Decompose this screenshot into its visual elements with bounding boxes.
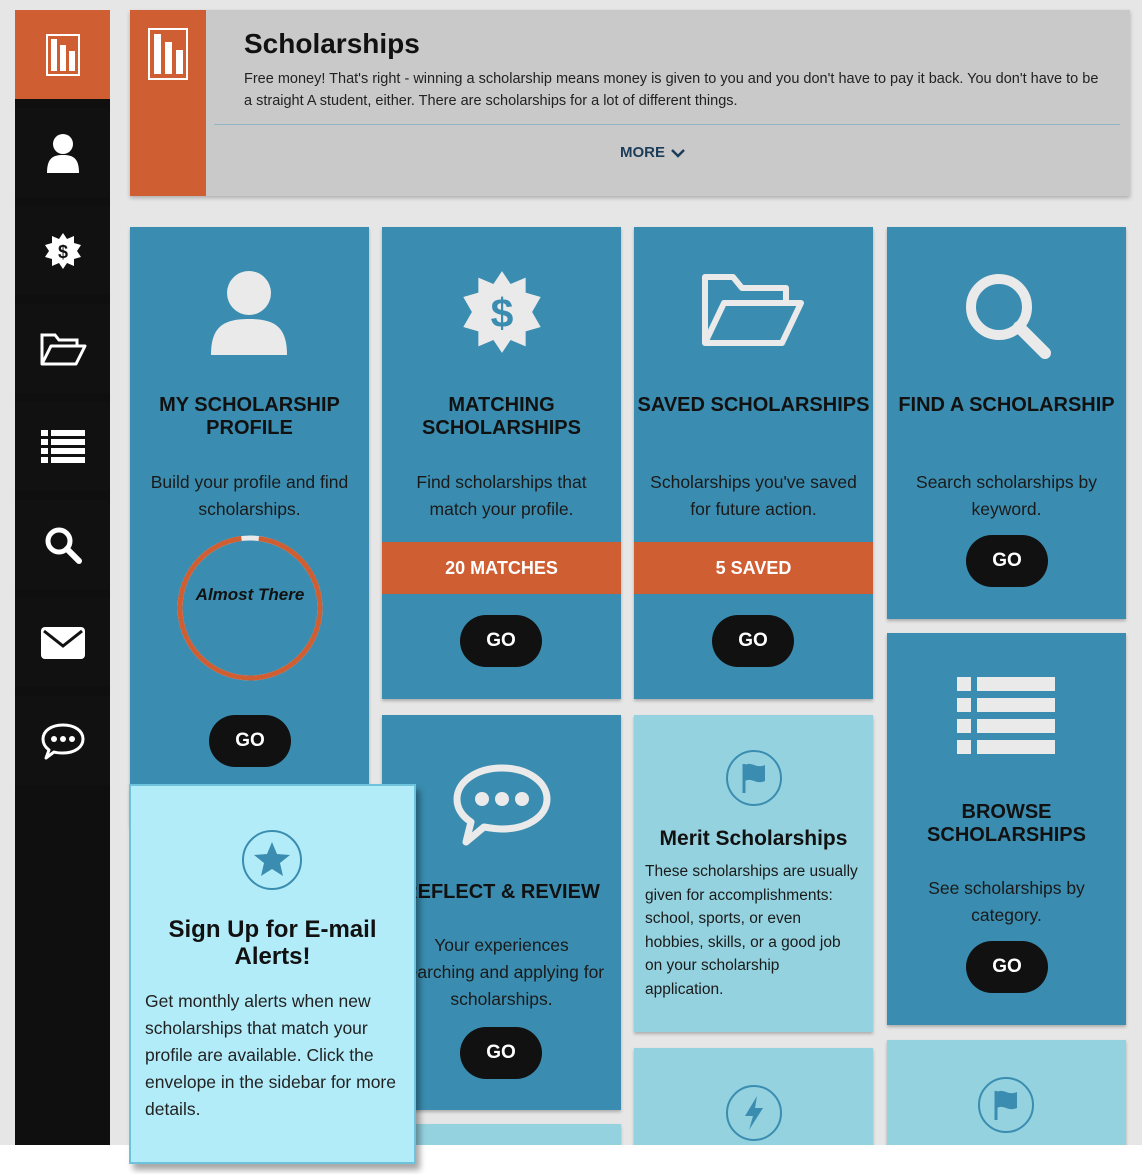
go-button[interactable]: GO bbox=[966, 941, 1048, 993]
tile-description: Find scholarships that match your profil… bbox=[416, 472, 587, 519]
tile-description: See scholarships by category. bbox=[928, 878, 1085, 925]
page-description: Free money! That's right - winning a sch… bbox=[244, 71, 1099, 109]
sidebar-item-alerts[interactable] bbox=[15, 598, 110, 687]
tile-title: SAVED SCHOLARSHIPS bbox=[637, 394, 870, 416]
sidebar-item-scholarships[interactable] bbox=[15, 10, 110, 99]
svg-text:$: $ bbox=[57, 242, 67, 262]
envelope-icon bbox=[40, 626, 85, 659]
go-button[interactable]: GO bbox=[209, 715, 291, 767]
email-alerts-popup[interactable]: Sign Up for E-mail Alerts! Get monthly a… bbox=[129, 784, 416, 1164]
tile-my-scholarship-profile: MY SCHOLARSHIP PROFILE Build your profil… bbox=[130, 227, 369, 827]
tile-description: Search scholarships by keyword. bbox=[916, 472, 1097, 519]
search-icon bbox=[966, 274, 1051, 359]
divider bbox=[214, 124, 1120, 125]
scholarships-icon bbox=[148, 28, 188, 80]
go-button[interactable]: GO bbox=[460, 1027, 542, 1079]
tile-title: FIND A SCHOLARSHIP bbox=[898, 394, 1115, 416]
dollar-badge-icon: $ bbox=[44, 232, 81, 269]
tile-title: MATCHING SCHOLARSHIPS bbox=[422, 394, 581, 439]
tile-saved-scholarships: SAVED SCHOLARSHIPS Scholarships you've s… bbox=[634, 227, 873, 699]
tile-find-a-scholarship: FIND A SCHOLARSHIP Search scholarships b… bbox=[887, 227, 1126, 619]
svg-text:$: $ bbox=[491, 290, 514, 336]
go-button[interactable]: GO bbox=[460, 615, 542, 667]
sidebar-item-search[interactable] bbox=[15, 500, 110, 589]
sidebar-item-browse[interactable] bbox=[15, 402, 110, 491]
user-icon bbox=[211, 271, 287, 355]
more-label: MORE bbox=[620, 144, 665, 161]
more-button[interactable]: MORE bbox=[620, 144, 685, 161]
popup-description: Get monthly alerts when new scholarships… bbox=[145, 991, 396, 1119]
tile-description: Build your profile and find scholarships… bbox=[150, 472, 349, 519]
flag-icon bbox=[978, 1077, 1034, 1133]
star-icon bbox=[242, 830, 302, 890]
list-icon bbox=[40, 429, 85, 463]
popup-title: Sign Up for E-mail Alerts! bbox=[168, 916, 377, 970]
sidebar-item-reflect[interactable] bbox=[15, 696, 110, 785]
tile-browse-scholarships: BROWSE SCHOLARSHIPS See scholarships by … bbox=[887, 633, 1126, 1025]
saved-count-badge: 5 SAVED bbox=[634, 542, 873, 594]
search-icon bbox=[45, 527, 82, 564]
dollar-badge-icon: $ bbox=[463, 271, 541, 353]
chevron-down-icon bbox=[671, 148, 685, 158]
tile-title: Merit Scholarships bbox=[659, 827, 848, 850]
scholarships-icon bbox=[45, 33, 80, 76]
progress-label: Almost There bbox=[195, 585, 305, 604]
tile-merit-scholarships[interactable]: Merit Scholarships These scholarships ar… bbox=[634, 715, 873, 1032]
tile-description: These scholarships are usually given for… bbox=[645, 863, 858, 998]
folder-icon bbox=[702, 274, 804, 346]
lightning-icon bbox=[726, 1085, 782, 1141]
tile-title: MY SCHOLARSHIP PROFILE bbox=[159, 394, 340, 439]
tile-matching-scholarships: $ MATCHING SCHOLARSHIPS Find scholarship… bbox=[382, 227, 621, 699]
header-accent bbox=[130, 10, 206, 196]
tile-reflect-review: REFLECT & REVIEW Your experiences search… bbox=[382, 715, 621, 1110]
go-button[interactable]: GO bbox=[712, 615, 794, 667]
user-icon bbox=[46, 133, 79, 173]
go-button[interactable]: GO bbox=[966, 535, 1048, 587]
page-header: Scholarships Free money! That's right - … bbox=[130, 10, 1130, 196]
sidebar-item-matching[interactable]: $ bbox=[15, 206, 110, 295]
sidebar-item-saved[interactable] bbox=[15, 304, 110, 393]
tile-title: REFLECT & REVIEW bbox=[403, 881, 600, 903]
match-count-badge: 20 MATCHES bbox=[382, 542, 621, 594]
tile-description: Scholarships you've saved for future act… bbox=[650, 472, 857, 519]
tile-title: BROWSE SCHOLARSHIPS bbox=[927, 801, 1086, 846]
chat-icon bbox=[453, 764, 551, 846]
list-icon bbox=[957, 677, 1055, 754]
tile-description: Your experiences searching and applying … bbox=[398, 935, 605, 1009]
sidebar-item-profile[interactable] bbox=[15, 108, 110, 197]
chat-icon bbox=[41, 723, 84, 759]
page-title: Scholarships bbox=[244, 28, 420, 59]
flag-icon bbox=[726, 750, 782, 806]
progress-ring bbox=[177, 535, 323, 681]
folder-icon bbox=[40, 333, 86, 365]
